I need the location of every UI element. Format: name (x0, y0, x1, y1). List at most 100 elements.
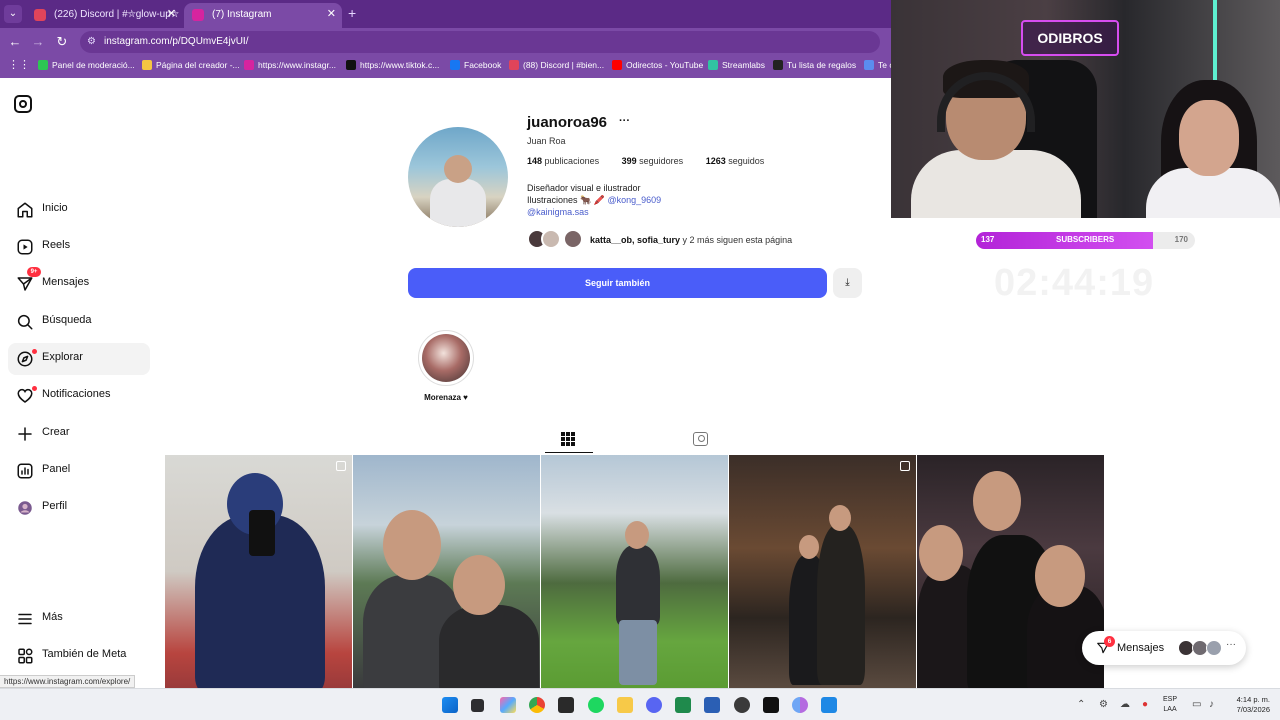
close-tab-icon[interactable]: ✕ (327, 3, 336, 26)
word-icon[interactable] (704, 697, 720, 713)
obs-icon[interactable] (734, 697, 750, 713)
bio-external-link[interactable]: @kainigma.sas (527, 206, 661, 218)
tab-instagram[interactable]: (7) Instagram ✕ (184, 3, 342, 28)
bookmark-favicon-icon (450, 60, 460, 70)
highlight-cover (422, 334, 470, 382)
sidebar-item-label: Inicio (42, 202, 68, 214)
bookmark-item[interactable]: Facebook (450, 60, 501, 70)
capcut-icon[interactable] (763, 697, 779, 713)
tray-cloud-icon[interactable]: ☁ (1120, 699, 1130, 710)
bookmark-favicon-icon (346, 60, 356, 70)
chrome-profile-icon[interactable] (792, 697, 808, 713)
sidebar-item-notificaciones[interactable]: Notificaciones (8, 380, 150, 412)
reels-icon (17, 239, 33, 255)
followed-by-names: katta__ob, sofia_tury (590, 235, 681, 245)
system-clock[interactable]: 4:14 p. m. 7/03/2026 (1226, 695, 1270, 715)
spotify-icon[interactable] (588, 697, 604, 713)
clock-time: 4:14 p. m. (1236, 695, 1270, 704)
instagram-logo-icon[interactable] (14, 95, 32, 113)
tab-search-button[interactable]: ⌄ (4, 5, 22, 23)
sidebar-item-perfil[interactable]: Perfil (8, 492, 150, 524)
conversation-avatar (1206, 640, 1222, 656)
apps-grid-icon[interactable]: ⋮⋮ (8, 58, 30, 71)
clock-date: 7/03/2026 (1236, 705, 1270, 714)
bookmark-item[interactable]: Panel de moderació... (38, 60, 135, 70)
follow-back-button[interactable]: Seguir también (408, 268, 827, 298)
sidebar-item-busqueda[interactable]: Búsqueda (8, 306, 150, 338)
story-highlight[interactable] (418, 330, 474, 386)
input-language[interactable]: ESP LAA (1163, 695, 1177, 715)
close-tab-icon[interactable]: ✕ (167, 3, 176, 26)
grid-post[interactable] (729, 455, 916, 688)
bookmark-item[interactable]: Odirectos - YouTube (612, 60, 703, 70)
sidebar-item-mas[interactable]: Más (8, 603, 150, 635)
subscribers-current: 137 (981, 235, 995, 244)
profile-avatar[interactable] (408, 127, 508, 227)
bio-mention-link[interactable]: @kong_9609 (607, 195, 661, 205)
start-button-icon[interactable] (442, 697, 458, 713)
grid-post[interactable] (541, 455, 728, 688)
followers-count: 399 (621, 156, 637, 166)
address-bar-url: instagram.com/p/DQUmvE4jvUI/ (104, 36, 249, 47)
file-explorer-icon[interactable] (617, 697, 633, 713)
messages-floating-button[interactable]: 6 Mensajes ··· (1082, 631, 1246, 665)
post-face (383, 510, 441, 580)
sidebar-item-mensajes[interactable]: 9+ Mensajes (8, 267, 150, 300)
following-count: 1263 (705, 156, 726, 166)
cohost-head (1179, 100, 1239, 176)
site-info-icon[interactable]: ⚙ (87, 31, 96, 53)
tray-app-icon[interactable]: ⚙ (1099, 699, 1108, 710)
bookmark-item[interactable]: (88) Discord | #bien... (509, 60, 604, 70)
bookmark-item[interactable]: Te c (864, 60, 894, 70)
sidebar-item-crear[interactable]: Crear (8, 418, 150, 450)
bookmark-item[interactable]: Tu lista de regalos (773, 60, 856, 70)
suggested-accounts-button[interactable]: ⤓ (833, 268, 862, 298)
reload-icon[interactable]: ↻ (52, 32, 72, 52)
grid-post[interactable] (917, 455, 1104, 688)
sidebar-item-explorar[interactable]: Explorar (8, 343, 150, 375)
followed-by-text: katta__ob, sofia_tury y 2 más siguen est… (590, 235, 792, 245)
grid-post[interactable] (165, 455, 352, 688)
task-view-icon[interactable] (471, 699, 484, 712)
chrome-icon[interactable] (529, 697, 545, 713)
bookmark-label: (88) Discord | #bien... (523, 60, 605, 70)
sidebar-item-inicio[interactable]: Inicio (8, 194, 150, 226)
volume-icon[interactable]: ♪ (1209, 699, 1214, 710)
following-stat[interactable]: 1263 seguidos (706, 156, 775, 166)
messages-icon (17, 277, 33, 291)
new-tab-button[interactable]: + (348, 5, 356, 21)
webcam-overlay: ODIBROS (891, 0, 1280, 218)
excel-icon[interactable] (675, 697, 691, 713)
discord-icon[interactable] (646, 697, 662, 713)
bookmark-item[interactable]: Página del creador -... (142, 60, 240, 70)
messages-badge: 9+ (27, 267, 41, 277)
grid-post[interactable] (353, 455, 540, 688)
bookmark-item[interactable]: Streamlabs (708, 60, 765, 70)
bookmark-item[interactable]: https://www.tiktok.c... (346, 60, 439, 70)
tab-discord[interactable]: (226) Discord | #⛥glow-up⛥ ✕ (26, 3, 182, 28)
profile-options-button[interactable]: ··· (619, 115, 630, 127)
sidebar-item-tambien-de-meta[interactable]: También de Meta (8, 640, 150, 672)
sidebar-item-panel[interactable]: Panel (8, 455, 150, 487)
bookmark-item[interactable]: https://www.instagr... (244, 60, 336, 70)
tagged-tab-icon[interactable] (693, 432, 708, 446)
copilot-icon[interactable] (500, 697, 516, 713)
photos-icon[interactable] (821, 697, 837, 713)
bookmark-label: Página del creador -... (156, 60, 240, 70)
posts-grid-tab-icon[interactable] (561, 432, 575, 446)
network-icon[interactable]: ▭ (1192, 699, 1201, 710)
tray-overflow-icon[interactable]: ⌃ (1077, 699, 1085, 710)
address-bar[interactable]: ⚙ instagram.com/p/DQUmvE4jvUI/ (80, 31, 880, 53)
follower-avatar (563, 229, 583, 249)
windows-taskbar: ⌃ ⚙ ☁ ● ESP LAA ▭ ♪ 4:14 p. m. 7/03/2026 (0, 688, 1280, 720)
forward-arrow-icon[interactable]: → (28, 32, 48, 52)
bookmark-label: Facebook (464, 60, 502, 70)
microphone-icon[interactable]: ● (1142, 699, 1148, 710)
epic-games-icon[interactable] (558, 697, 574, 713)
bookmark-favicon-icon (509, 60, 519, 70)
sidebar-item-reels[interactable]: Reels (8, 231, 150, 263)
followers-stat[interactable]: 399 seguidores (622, 156, 694, 166)
post-face (829, 505, 851, 531)
back-arrow-icon[interactable]: ← (5, 32, 25, 52)
post-face (1035, 545, 1085, 607)
